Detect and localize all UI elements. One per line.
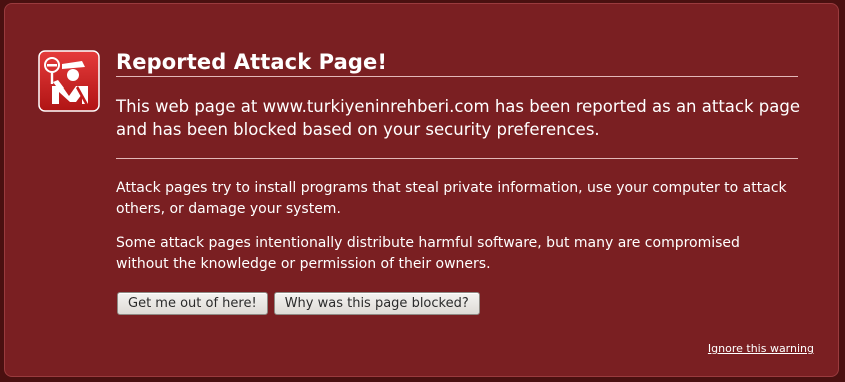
ignore-warning-link[interactable]: Ignore this warning — [708, 342, 814, 355]
long-description-paragraph: Attack pages try to install programs tha… — [116, 180, 787, 217]
long-description: Attack pages try to install programs tha… — [116, 178, 796, 288]
why-blocked-button[interactable]: Why was this page blocked? — [273, 292, 480, 315]
description-divider — [116, 158, 798, 159]
short-description: This web page at www.turkiyeninrehberi.c… — [116, 97, 801, 139]
police-officer-warning-icon — [38, 50, 100, 112]
page-title: Reported Attack Page! — [116, 50, 388, 74]
attack-page-dialog: Reported Attack Page! This web page at w… — [4, 3, 839, 377]
title-divider — [116, 76, 798, 77]
button-row: Get me out of here! Why was this page bl… — [117, 292, 480, 315]
get-me-out-button[interactable]: Get me out of here! — [117, 292, 268, 315]
long-description-paragraph: Some attack pages intentionally distribu… — [116, 235, 740, 272]
